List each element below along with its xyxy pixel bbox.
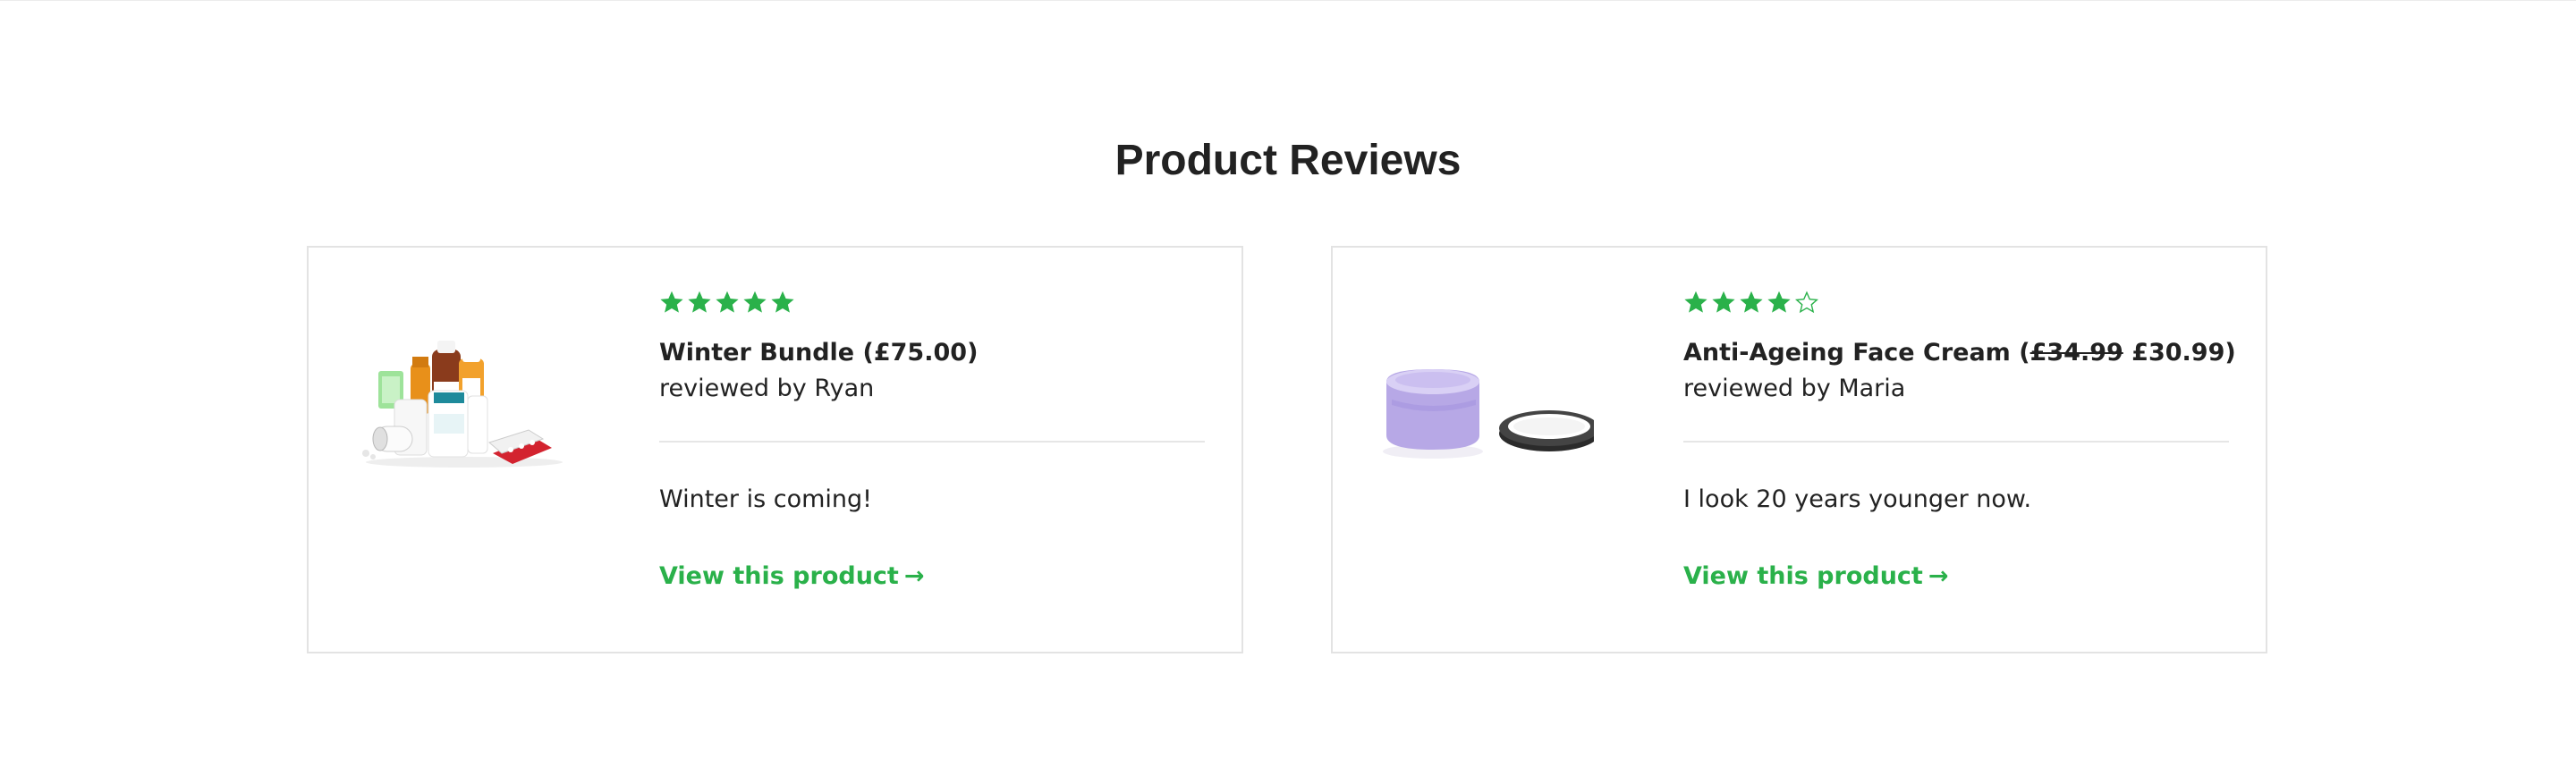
review-card: Winter Bundle (£75.00) reviewed by Ryan …: [307, 246, 1243, 653]
star-filled-icon: [1767, 290, 1792, 315]
review-card: Anti-Ageing Face Cream (£34.99 £30.99) r…: [1331, 246, 2267, 653]
star-rating: [1683, 287, 2229, 317]
cream-jar-illustration: [1383, 369, 1599, 459]
review-divider: [1683, 441, 2229, 443]
product-title: Anti-Ageing Face Cream (£34.99 £30.99): [1683, 339, 2236, 367]
review-divider: [659, 441, 1205, 443]
star-filled-icon: [1711, 290, 1736, 315]
review-content: Winter Bundle (£75.00) reviewed by Ryan …: [659, 287, 1205, 594]
arrow-right-icon: →: [903, 562, 925, 590]
product-name: Anti-Ageing Face Cream: [1683, 339, 2011, 367]
view-product-link[interactable]: View this product →: [659, 559, 924, 594]
review-content: Anti-Ageing Face Cream (£34.99 £30.99) r…: [1683, 287, 2236, 594]
star-filled-icon: [742, 290, 767, 315]
product-reviews-page: Product Reviews Winter Bundle (£75.00) r…: [0, 0, 2576, 784]
arrow-right-icon: →: [1928, 562, 1949, 590]
product-name: Winter Bundle: [659, 339, 855, 367]
product-old-price: £34.99: [2029, 339, 2123, 367]
medicine-bottles-image[interactable]: [359, 337, 570, 471]
product-title: Winter Bundle (£75.00): [659, 339, 979, 367]
review-text: I look 20 years younger now.: [1683, 485, 2032, 513]
top-divider: [0, 0, 2576, 1]
star-filled-icon: [1739, 290, 1764, 315]
reviewer-line: reviewed by Maria: [1683, 375, 1906, 402]
view-product-link[interactable]: View this product →: [1683, 559, 1948, 594]
star-empty-icon: [1794, 290, 1819, 315]
reviewer-name: Maria: [1838, 375, 1906, 402]
star-filled-icon: [659, 290, 684, 315]
product-price: £75.00: [873, 339, 968, 367]
review-text: Winter is coming!: [659, 485, 872, 513]
star-filled-icon: [1683, 290, 1708, 315]
star-filled-icon: [770, 290, 795, 315]
star-filled-icon: [715, 290, 740, 315]
section-title: Product Reviews: [1114, 137, 1462, 184]
star-filled-icon: [687, 290, 712, 315]
reviewer-name: Ryan: [814, 375, 875, 402]
reviewer-line: reviewed by Ryan: [659, 375, 875, 402]
cream-jar-image[interactable]: [1383, 337, 1599, 471]
medicine-bottles-illustration: [362, 341, 563, 468]
product-price: £30.99: [2131, 339, 2225, 367]
star-rating: [659, 287, 1205, 317]
